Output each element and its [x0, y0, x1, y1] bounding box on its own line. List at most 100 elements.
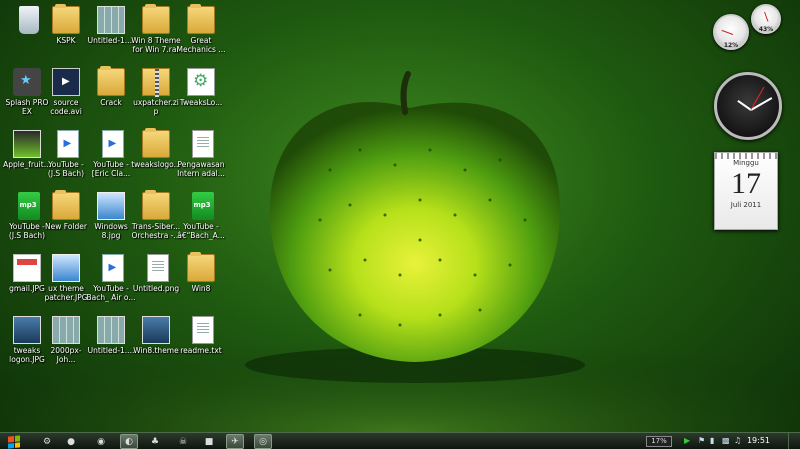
desktop-icon[interactable]: Trans-Siber... Orchestra -...: [131, 190, 181, 248]
desktop-icon[interactable]: Win8.theme: [133, 314, 179, 372]
taskbar-app-1-button[interactable]: ⚙: [38, 434, 56, 449]
image-file-icon: [52, 316, 80, 344]
desktop-icon-label: tweakslogo...: [131, 160, 181, 169]
desktop-icon[interactable]: tweakslogo...: [131, 128, 181, 186]
play-icon[interactable]: ▶: [684, 436, 690, 445]
windows-logo-icon: [8, 434, 20, 449]
taskbar-chrome-button[interactable]: ◎: [254, 434, 272, 449]
taskbar-app-5-button[interactable]: ♣: [146, 434, 164, 449]
taskbar-app-8-icon: ✈: [231, 436, 239, 447]
desktop-icon-label: Win8: [191, 284, 211, 293]
system-tray: 17% ▶ ⚑ ▮ ▩ ♫ 19:51: [640, 433, 800, 449]
calendar-month-year: Juli 2011: [730, 201, 762, 209]
desktop-icon[interactable]: Untitled.png: [133, 252, 179, 310]
media-file-icon: [56, 130, 79, 158]
cpu-value: 12%: [723, 42, 739, 49]
cpu-meter-gadget[interactable]: 12%: [713, 14, 749, 50]
folder-icon: [52, 4, 80, 34]
network-icon[interactable]: ▩: [722, 436, 730, 445]
video-file-icon: [52, 68, 80, 96]
taskbar-app-3-button[interactable]: ◉: [92, 434, 110, 449]
desktop-icon[interactable]: Untitled-1....: [88, 314, 134, 372]
image-file-icon: [13, 316, 41, 344]
desktop-icon-label: TweaksLo...: [179, 98, 223, 107]
desktop-icon-label: Great Mechanics ...: [176, 36, 226, 54]
mp3-file-icon: [191, 192, 214, 220]
taskbar-app-1-icon: ⚙: [42, 436, 52, 447]
folder-icon: [97, 66, 125, 96]
ram-needle: [764, 11, 769, 22]
folder-icon: [52, 190, 80, 220]
desktop-icon-grid: KSPK Untitled-1.... Win 8 Theme for Win 7.…: [0, 0, 225, 420]
desktop-icon[interactable]: YouTube - Bach_ Air o...: [86, 252, 136, 310]
document-icon: [146, 254, 169, 282]
desktop-icon[interactable]: readme.txt: [178, 314, 224, 372]
image-file-icon: [97, 192, 125, 220]
splash-pro-icon: [13, 68, 41, 96]
recycle-bin-icon: [19, 6, 39, 34]
desktop-icon[interactable]: Win 8 Theme for Win 7.rar: [131, 4, 181, 62]
taskbar-app-5-icon: ♣: [150, 436, 160, 447]
desktop-icon-label: source code.avi: [50, 98, 82, 116]
desktop-icon[interactable]: YouTube - â€“Bach_A...: [177, 190, 225, 248]
desktop-icon[interactable]: Crack: [88, 66, 134, 124]
desktop-icon[interactable]: Untitled-1....: [88, 4, 134, 62]
taskbar-app-7-button[interactable]: ■: [200, 434, 218, 449]
taskbar-clock[interactable]: 19:51: [747, 436, 770, 445]
archive-folder-icon: [142, 4, 170, 34]
desktop-icon-label: Untitled-1....: [87, 346, 135, 355]
image-file-icon: [52, 254, 80, 282]
desktop-icon[interactable]: ux theme patcher.JPG: [43, 252, 89, 310]
taskbar-firefox-button[interactable]: ◐: [120, 434, 138, 449]
desktop-icon[interactable]: Great Mechanics ...: [176, 4, 226, 62]
desktop-icon[interactable]: Pengawasan Intern adal...: [177, 128, 225, 186]
desktop-icon[interactable]: 2000px-Joh...: [43, 314, 89, 372]
folder-icon: [187, 252, 215, 282]
calendar-gadget[interactable]: Minggu 17 Juli 2011: [714, 152, 778, 230]
volume-icon[interactable]: ♫: [734, 436, 741, 445]
desktop-icon[interactable]: TweaksLo...: [178, 66, 224, 124]
taskbar-app-6-button[interactable]: ☠: [174, 434, 192, 449]
desktop-icon-label: Trans-Siber... Orchestra -...: [131, 222, 181, 240]
desktop-icon-label: Win 8 Theme for Win 7.rar: [131, 36, 181, 54]
desktop-icon[interactable]: YouTube - [Eric Cla...: [88, 128, 134, 186]
media-file-icon: [101, 254, 124, 282]
desktop-icon[interactable]: uxpatcher.zip: [133, 66, 179, 124]
clock-gadget[interactable]: [714, 72, 782, 140]
folder-icon: [187, 4, 215, 34]
zip-folder-icon: [142, 68, 170, 97]
desktop-icon[interactable]: New Folder: [43, 190, 89, 248]
taskbar-firefox-icon: ◐: [125, 436, 133, 447]
desktop-icon-label: YouTube - Bach_ Air o...: [86, 284, 136, 302]
desktop-icon[interactable]: source code.avi: [43, 66, 89, 124]
battery-icon[interactable]: ▮: [710, 436, 714, 445]
image-file-icon: [97, 6, 125, 34]
desktop-icon[interactable]: KSPK: [43, 4, 89, 62]
desktop-icon[interactable]: Win8: [178, 252, 224, 310]
desktop-icon-label: Crack: [100, 98, 122, 107]
desktop-icon-label: New Folder: [45, 222, 87, 231]
show-desktop-button[interactable]: [788, 433, 800, 449]
desktop-icon[interactable]: YouTube - (J.S Bach) A...: [43, 128, 89, 186]
desktop-icon-label: Win8.theme: [133, 346, 179, 355]
ram-meter-gadget[interactable]: 43%: [751, 4, 781, 34]
taskbar: ⚙ ● ◉ ◐ ♣ ☠ ■ ✈ ◎ 17% ▶ ⚑ ▮ ▩ ♫ 19:51: [0, 432, 800, 449]
desktop-icon-label: YouTube - [Eric Cla...: [91, 160, 131, 178]
ram-value: 43%: [758, 26, 774, 33]
taskbar-chrome-icon: ◎: [259, 436, 267, 447]
taskbar-app-6-icon: ☠: [178, 436, 188, 447]
taskbar-app-2-button[interactable]: ●: [62, 434, 80, 449]
taskbar-app-8-button[interactable]: ✈: [226, 434, 244, 449]
desktop-icon-label: ux theme patcher.JPG: [44, 284, 88, 302]
start-button[interactable]: [3, 433, 25, 449]
folder-icon: [142, 128, 170, 158]
calendar-day-name: Minggu: [733, 159, 759, 167]
battery-percentage[interactable]: 17%: [646, 436, 672, 447]
desktop-icon[interactable]: Windows 8.jpg: [88, 190, 134, 248]
hour-hand: [737, 100, 752, 111]
image-file-icon: [97, 316, 125, 344]
desktop-icon-label: Pengawasan Intern adal...: [177, 160, 225, 178]
flag-icon[interactable]: ⚑: [698, 436, 705, 445]
cpu-needle: [721, 29, 734, 35]
archive-folder-icon: [142, 190, 170, 220]
